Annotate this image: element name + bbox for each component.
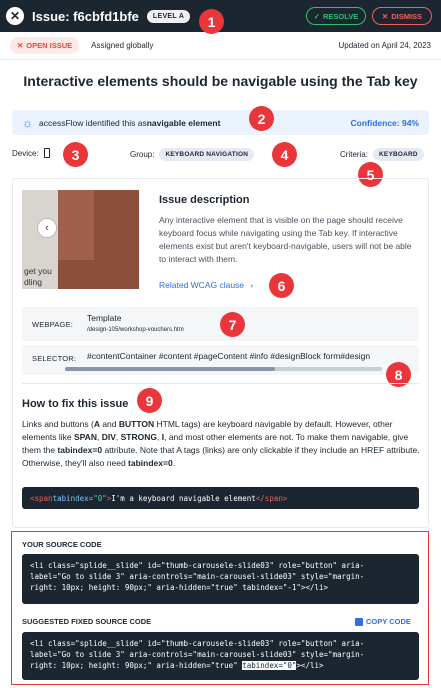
how-to-fix-text: Links and buttons (A and BUTTON HTML tag…	[22, 418, 422, 470]
screenshot-photo-detail	[58, 190, 94, 260]
code-value: "0"	[93, 493, 107, 503]
selector-label: SELECTOR:	[32, 354, 77, 363]
wcag-clause-link[interactable]: Related WCAG clause ›	[159, 280, 253, 290]
source-code-line: right: 10px; height: 90px;" aria-hidden=…	[30, 583, 329, 592]
webpage-value: Template	[87, 313, 122, 323]
fix-text-part: .	[172, 458, 176, 468]
open-issue-badge: ✕ OPEN ISSUE	[10, 37, 80, 54]
wcag-link-label: Related WCAG clause	[159, 280, 245, 290]
group-meta: Group: KEYBOARD NAVIGATION	[130, 148, 255, 161]
open-issue-label: OPEN ISSUE	[26, 41, 73, 50]
resolve-button[interactable]: ✓ RESOLVE	[306, 7, 366, 25]
chevron-left-icon: ‹	[37, 218, 57, 238]
dismiss-button[interactable]: ✕ DISMISS	[372, 7, 432, 25]
annotation-marker-7: 7	[220, 312, 245, 337]
fixed-code-segment: ></li>	[296, 661, 324, 670]
issue-id-title: Issue: f6cbfd1bfe	[32, 8, 139, 24]
how-to-fix-title: How to fix this issue	[22, 398, 129, 410]
chevron-right-icon: ›	[250, 280, 254, 290]
screenshot-text-line-2: dling	[24, 277, 42, 287]
fix-text-part: Links and buttons (	[22, 419, 94, 429]
copy-icon	[355, 617, 363, 626]
fixed-code-line: <li class="splide__slide" id="thumb-caro…	[30, 639, 365, 648]
identified-prefix: accessFlow identified this as	[39, 117, 147, 128]
annotation-marker-1: 1	[199, 9, 224, 34]
fix-text-bold: tabindex=0	[128, 458, 173, 468]
selector-scrollbar-thumb[interactable]	[65, 367, 275, 371]
description-text: Any interactive element that is visible …	[159, 215, 412, 264]
fixed-code-line: right: 10px; height: 90px;" aria-hidden=…	[30, 660, 411, 671]
example-code-block: <span tabindex= "0" > I'm a keyboard naviga…	[22, 487, 419, 509]
x-icon: ✕	[17, 41, 24, 50]
annotation-marker-2: 2	[249, 106, 274, 131]
fixed-code-title: SUGGESTED FIXED SOURCE CODE	[22, 617, 152, 626]
selector-scrollbar[interactable]	[65, 367, 382, 371]
source-code-line: <li class="splide__slide" id="thumb-caro…	[30, 561, 365, 570]
screenshot-text: get you dling	[24, 266, 52, 288]
fixed-code-segment: right: 10px; height: 90px;" aria-hidden=…	[30, 661, 243, 670]
annotation-marker-9: 9	[137, 388, 162, 413]
mobile-device-icon	[43, 148, 50, 158]
fix-text-bold: DIV	[101, 432, 116, 442]
section-divider	[22, 383, 419, 384]
copy-code-label: COPY CODE	[366, 617, 411, 626]
group-chip: KEYBOARD NAVIGATION	[159, 148, 255, 161]
updated-text: Updated on April 24, 2023	[338, 41, 431, 50]
fix-text-bold: SPAN	[73, 432, 97, 442]
fix-text-bold: tabindex=0	[57, 445, 103, 455]
fixed-code-block: <li class="splide__slide" id="thumb-caro…	[22, 632, 419, 680]
screenshot-text-line-1: get you	[24, 266, 52, 276]
group-label: Group:	[130, 150, 155, 159]
fixed-code-line: label="Go to slide 3" aria-controls="mai…	[30, 650, 365, 659]
webpage-label: WEBPAGE:	[32, 320, 74, 329]
selector-value: #contentContainer #content #pageContent …	[87, 351, 371, 361]
device-meta: Device:	[12, 148, 50, 158]
source-code-line: label="Go to slide 3" aria-controls="mai…	[30, 572, 365, 581]
source-code-title: YOUR SOURCE CODE	[22, 540, 102, 549]
annotation-marker-6: 6	[269, 273, 294, 298]
webpage-path: /design-105/workshop-vouchers.htm	[87, 327, 184, 333]
identified-emphasis: navigable element	[146, 117, 221, 128]
element-screenshot: ‹ get you dling	[22, 190, 139, 289]
code-attr: tabindex=	[52, 493, 94, 503]
close-icon[interactable]: ✕	[6, 7, 24, 25]
criteria-label: Criteria:	[340, 150, 369, 159]
fix-text-bold: BUTTON	[118, 419, 155, 429]
identified-banner: ☼ accessFlow identified this as navigabl…	[12, 110, 429, 135]
code-text: I'm a keyboard navigable element	[111, 493, 256, 503]
fixed-code-highlight: tabindex="0"	[242, 661, 297, 670]
confidence-score: Confidence: 94%	[350, 117, 420, 128]
copy-code-button[interactable]: COPY CODE	[355, 617, 411, 626]
check-icon: ✓	[313, 11, 320, 21]
lightbulb-icon: ☼	[22, 115, 33, 130]
status-bar: ✕ OPEN ISSUE Assigned globally Updated o…	[0, 32, 441, 60]
x-icon: ✕	[381, 11, 389, 21]
device-label: Device:	[12, 148, 39, 158]
annotation-marker-4: 4	[272, 142, 297, 167]
code-tag: <span	[30, 493, 53, 503]
level-badge: LEVEL A	[146, 9, 191, 23]
fix-text-part: and	[99, 419, 119, 429]
source-code-block: <li class="splide__slide" id="thumb-caro…	[22, 554, 419, 604]
annotation-marker-3: 3	[63, 142, 88, 167]
criteria-meta: Criteria: KEYBOARD	[340, 148, 424, 161]
assigned-text: Assigned globally	[91, 41, 154, 50]
fix-text-bold: STRONG	[120, 432, 157, 442]
description-title: Issue description	[159, 194, 250, 206]
criteria-chip: KEYBOARD	[373, 148, 424, 161]
code-tag: </span>	[255, 493, 288, 503]
dismiss-label: DISMISS	[391, 11, 423, 21]
resolve-label: RESOLVE	[323, 11, 359, 21]
issue-title: Interactive elements should be navigable…	[23, 73, 418, 89]
